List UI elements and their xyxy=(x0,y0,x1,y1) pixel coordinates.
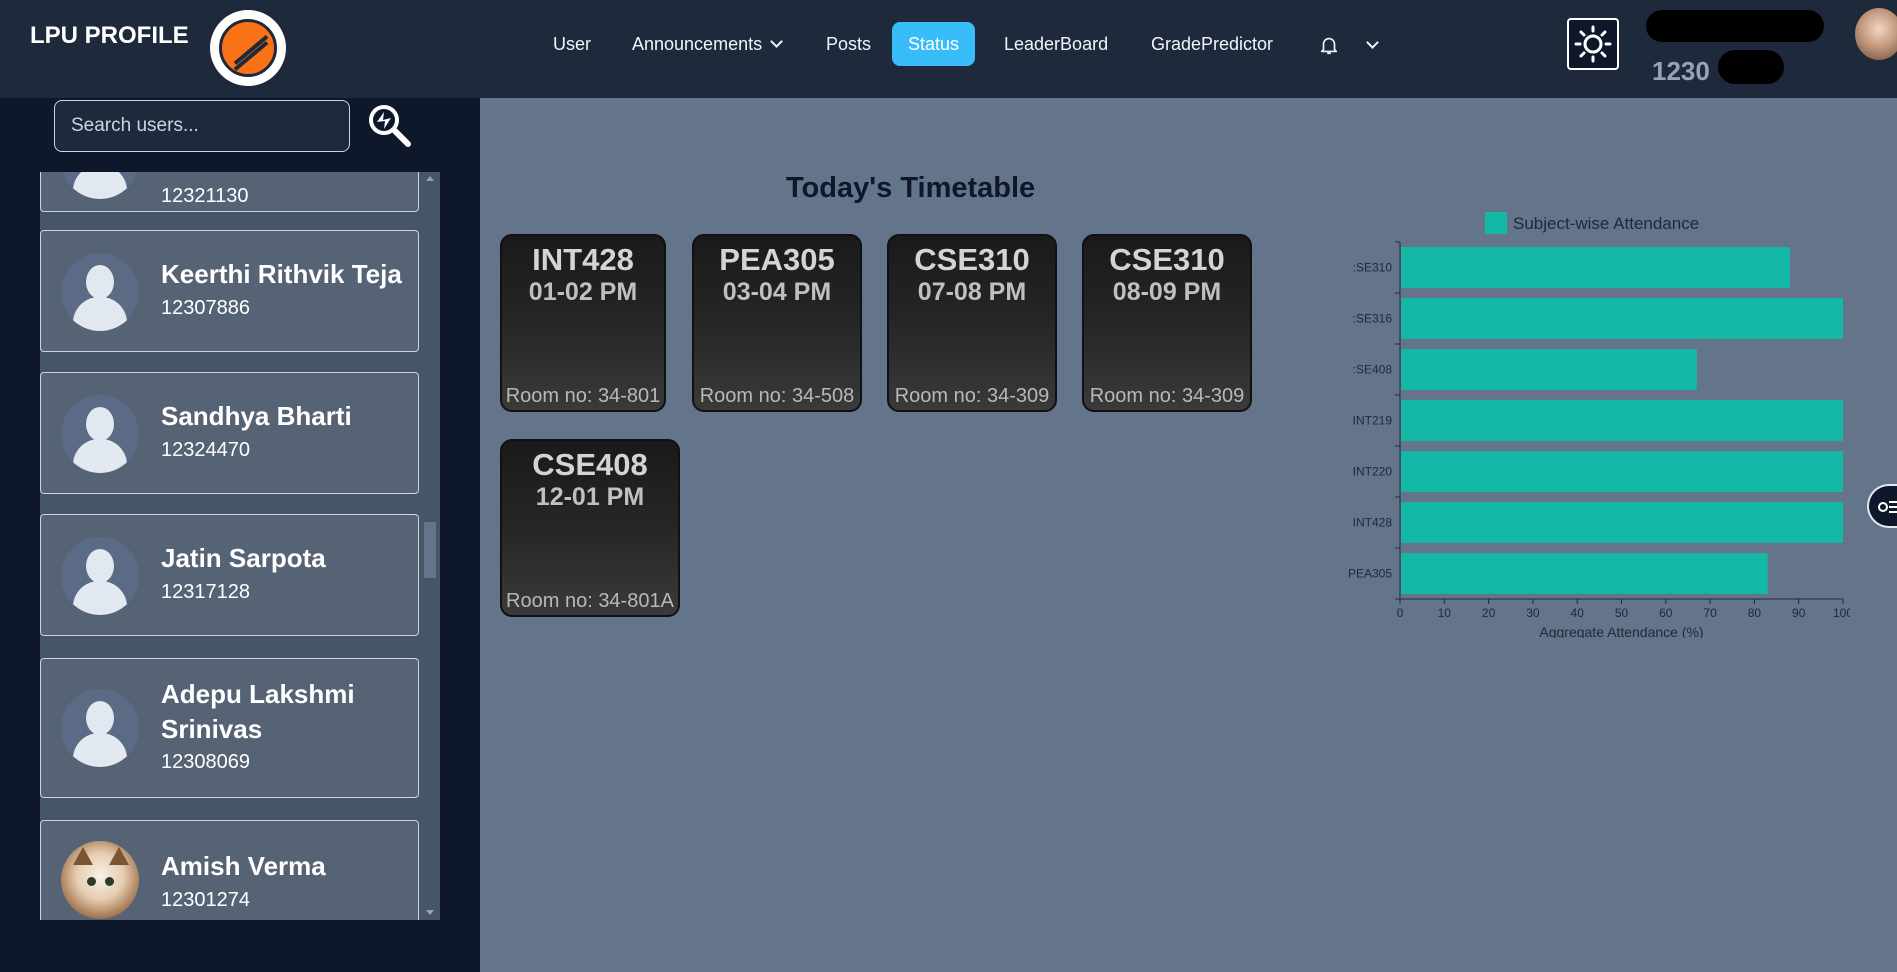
theme-toggle-button[interactable] xyxy=(1567,18,1619,70)
nav-announcements[interactable]: Announcements xyxy=(616,22,797,66)
room-number: Room no: 34-309 xyxy=(894,385,1050,407)
scroll-down-arrow-icon[interactable] xyxy=(426,910,434,915)
user-id-text: 12317128 xyxy=(161,581,250,603)
nav-user[interactable]: User xyxy=(537,22,607,66)
timetable-class-card: CSE310 08-09 PM Room no: 34-309 xyxy=(1082,234,1252,412)
user-list-scrollbar[interactable] xyxy=(420,172,440,920)
default-avatar-icon xyxy=(61,537,139,615)
y-tick-label: :SE316 xyxy=(1353,312,1393,326)
bar-CSE316 xyxy=(1401,298,1843,339)
class-time: 12-01 PM xyxy=(535,483,645,511)
class-time: 01-02 PM xyxy=(528,278,638,306)
bar-PEA305 xyxy=(1401,553,1768,594)
y-tick-label: :SE408 xyxy=(1353,363,1393,377)
x-tick-label: 80 xyxy=(1748,606,1762,620)
class-time: 08-09 PM xyxy=(1112,278,1222,306)
user-id: 1230 xyxy=(1652,56,1710,86)
room-number: Room no: 34-801 xyxy=(505,385,661,407)
search-users-input[interactable] xyxy=(54,100,350,152)
user-id-text: 12301274 xyxy=(161,889,250,911)
x-tick-label: 40 xyxy=(1571,606,1585,620)
filter-glyph xyxy=(1878,501,1897,513)
user-id-text: 12307886 xyxy=(161,297,250,319)
bell-icon[interactable] xyxy=(1318,34,1340,56)
user-card[interactable]: Sandhya Bharti 12324470 xyxy=(40,372,419,494)
timetable-title: Today's Timetable xyxy=(786,172,1036,204)
course-code: CSE310 xyxy=(1109,242,1225,277)
timetable-class-card: PEA305 03-04 PM Room no: 34-508 xyxy=(692,234,862,412)
timetable-class-card: CSE310 07-08 PM Room no: 34-309 xyxy=(887,234,1057,412)
bar-CSE310 xyxy=(1401,247,1790,288)
user-card[interactable]: Amish Verma 12301274 xyxy=(40,820,419,920)
user-card[interactable]: Adepu Lakshmi Srinivas 12308069 xyxy=(40,658,419,798)
top-navbar: LPU PROFILE User Announcements Posts Sta… xyxy=(0,0,1897,98)
user-name-redacted xyxy=(1646,10,1824,42)
nav-gradepredictor[interactable]: GradePredictor xyxy=(1135,22,1289,66)
bar-CSE408 xyxy=(1401,349,1697,390)
user-id-redacted xyxy=(1718,50,1784,84)
scroll-thumb[interactable] xyxy=(424,522,436,578)
bar-INT428 xyxy=(1401,502,1843,543)
legend-swatch xyxy=(1485,212,1507,234)
attendance-bar-chart: Subject-wise Attendance :SE310 :SE316 :SE40… xyxy=(1348,212,1850,638)
room-number: Room no: 34-508 xyxy=(699,385,855,407)
user-name-text: Sandhya Bharti xyxy=(161,401,352,431)
y-tick-label: INT219 xyxy=(1353,414,1393,428)
course-code: CSE408 xyxy=(532,447,648,482)
user-name-text: Adepu Lakshmi Srinivas xyxy=(161,679,355,744)
x-tick-label: 70 xyxy=(1703,606,1717,620)
user-name-text: Keerthi Rithvik Teja xyxy=(161,259,402,289)
default-avatar-icon xyxy=(61,172,139,199)
user-id-text: 12324470 xyxy=(161,439,250,461)
nav-leaderboard[interactable]: LeaderBoard xyxy=(988,22,1124,66)
user-id-text: 12321130 xyxy=(161,185,249,207)
x-tick-label: 30 xyxy=(1526,606,1540,620)
timetable-class-card: CSE408 12-01 PM Room no: 34-801A xyxy=(500,439,680,617)
x-tick-label: 90 xyxy=(1792,606,1806,620)
class-time: 07-08 PM xyxy=(917,278,1027,306)
bar-INT219 xyxy=(1401,400,1843,441)
default-avatar-icon xyxy=(61,253,139,331)
scroll-up-arrow-icon[interactable] xyxy=(426,176,434,181)
room-number: Room no: 34-309 xyxy=(1089,385,1245,407)
x-tick-label: 60 xyxy=(1659,606,1673,620)
x-axis-label: Aggregate Attendance (%) xyxy=(1539,624,1703,638)
class-time: 03-04 PM xyxy=(722,278,832,306)
x-tick-label: 0 xyxy=(1397,606,1404,620)
sun-icon xyxy=(1574,25,1612,63)
user-list[interactable]: 12321130 Keerthi Rithvik Teja 12307886 S… xyxy=(40,172,440,920)
course-code: INT428 xyxy=(532,242,634,277)
y-tick-label: INT220 xyxy=(1353,465,1393,479)
legend-label: Subject-wise Attendance xyxy=(1513,214,1699,233)
status-main-panel: Today's Timetable INT428 01-02 PM Room n… xyxy=(480,98,1897,972)
search-refresh-icon[interactable] xyxy=(366,102,414,150)
sidebar: 12321130 Keerthi Rithvik Teja 12307886 S… xyxy=(0,98,480,972)
user-card[interactable]: Jatin Sarpota 12317128 xyxy=(40,514,419,636)
x-tick-label: 50 xyxy=(1615,606,1629,620)
user-card[interactable]: 12321130 xyxy=(40,172,419,212)
timetable-class-card: INT428 01-02 PM Room no: 34-801 xyxy=(500,234,666,412)
x-tick-label: 10 xyxy=(1438,606,1452,620)
user-name-text: Jatin Sarpota xyxy=(161,543,326,573)
y-tick-label: PEA305 xyxy=(1348,567,1392,581)
x-tick-label: 100 xyxy=(1833,606,1850,620)
default-avatar-icon xyxy=(61,689,139,767)
nav-announcements-label: Announcements xyxy=(632,34,763,54)
room-number: Room no: 34-801A xyxy=(506,590,674,612)
profile-avatar[interactable] xyxy=(1855,8,1897,60)
bar-INT220 xyxy=(1401,451,1843,492)
cat-photo-avatar xyxy=(61,841,139,919)
chevron-down-icon xyxy=(770,35,783,48)
y-tick-label: INT428 xyxy=(1353,516,1393,530)
x-tick-label: 20 xyxy=(1482,606,1496,620)
default-avatar-icon xyxy=(61,395,139,473)
user-card[interactable]: Keerthi Rithvik Teja 12307886 xyxy=(40,230,419,352)
y-tick-label: :SE310 xyxy=(1353,261,1393,275)
user-name-text: Amish Verma xyxy=(161,851,326,881)
course-code: CSE310 xyxy=(914,242,1030,277)
course-code: PEA305 xyxy=(719,242,835,277)
nav-status[interactable]: Status xyxy=(892,22,976,66)
nav-posts[interactable]: Posts xyxy=(810,22,887,66)
user-id-text: 12308069 xyxy=(161,751,250,773)
